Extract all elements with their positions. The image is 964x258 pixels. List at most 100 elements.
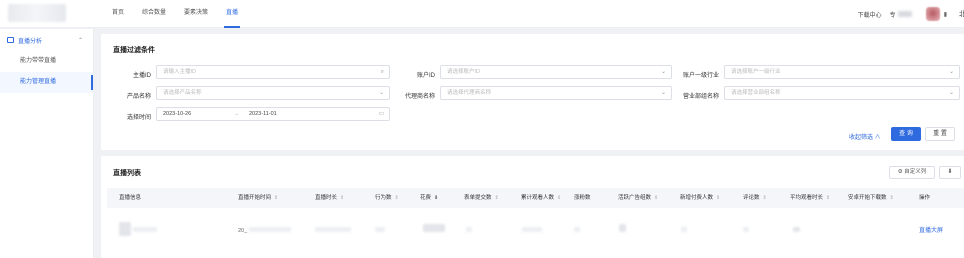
- top-bar: 首页 综合数量 要素决策 直播 下载中心 专 ▮ 北: [0, 0, 964, 28]
- cell-avg-watch-redacted: [793, 226, 800, 236]
- nav-item-live[interactable]: 直播: [224, 0, 241, 28]
- sidebar-item-live-2[interactable]: 能力管理直播: [0, 72, 93, 93]
- sort-icon: ⇕: [826, 195, 831, 201]
- chevron-down-icon: ⌄: [660, 90, 666, 96]
- anchor-id-placeholder: 请输入主播ID: [163, 69, 197, 75]
- reset-button[interactable]: 重 置: [925, 127, 955, 141]
- sort-icon: ⇕: [557, 195, 562, 201]
- cell-actions-redacted: [375, 226, 385, 236]
- cell-form-redacted: [466, 226, 472, 236]
- logo: [8, 4, 66, 22]
- sort-icon: ⇕: [716, 195, 721, 201]
- sidebar-group-live-analysis[interactable]: 直播分析 ⌃: [0, 29, 93, 51]
- col-new-fans: 涨粉数: [574, 195, 591, 201]
- col-live-info: 直播信息: [119, 195, 142, 201]
- nav-item-home[interactable]: 首页: [112, 0, 124, 28]
- industry-placeholder: 请选择账户一级行业: [731, 69, 781, 75]
- date-end: 2023-11-01: [249, 111, 277, 117]
- account-id-placeholder: 请选择账户ID: [447, 69, 481, 75]
- live-screen-link[interactable]: 直播大屏: [919, 225, 943, 234]
- chevron-up-icon: ⌃: [77, 37, 83, 44]
- sort-icon: ⇕: [394, 195, 399, 201]
- export-button[interactable]: ⬇: [939, 166, 961, 179]
- date-range-picker[interactable]: 2023-10-26 → 2023-11-01 ▭: [156, 107, 390, 121]
- dept-select[interactable]: 请选择营业部组名称 ⌄: [724, 86, 960, 100]
- cell-adgroups-redacted: [619, 224, 626, 234]
- col-start-time[interactable]: 直播开始时间 ⇕: [238, 188, 278, 208]
- user-name-redacted: [897, 11, 912, 17]
- download-center-link[interactable]: 下载中心: [858, 10, 882, 19]
- query-button[interactable]: 查 询: [891, 127, 921, 141]
- col-comments[interactable]: 评论数 ⇕: [743, 188, 767, 208]
- live-list-panel: 直播列表 ⚙ 自定义列 ⬇ 直播信息 直播开始时间 ⇕ 直播时长 ⇕ 行为数 ⇕ 花费…: [101, 156, 964, 258]
- sort-icon: ⇕: [494, 195, 499, 201]
- col-duration[interactable]: 直播时长 ⇕: [315, 188, 344, 208]
- industry-label: 账户一级行业: [682, 73, 719, 79]
- sort-desc-icon: ⬇: [434, 195, 439, 201]
- nav-item-overview[interactable]: 综合数量: [142, 0, 166, 28]
- sidebar-group-label: 直播分析: [18, 38, 43, 45]
- sort-icon: ⇕: [340, 195, 345, 201]
- agent-select[interactable]: 请选择代理商名称 ⌄: [440, 86, 672, 100]
- agent-label: 代理商名称: [404, 94, 435, 100]
- sort-icon: ⇕: [654, 195, 659, 201]
- cell-cost-redacted: [423, 224, 445, 234]
- time-label: 选择时间: [126, 115, 151, 121]
- cell-comments-redacted: [743, 226, 749, 236]
- date-start: 2023-10-26: [163, 111, 192, 117]
- chevron-down-icon: ⌄: [948, 69, 954, 75]
- product-select[interactable]: 请选择产品名称 ⌄: [156, 86, 390, 100]
- col-avg-watch[interactable]: 平均观看时长 ⇕: [790, 188, 830, 208]
- monitor-icon: [7, 37, 14, 43]
- chevron-down-icon: ⌄: [948, 90, 954, 96]
- search-icon: ⌕: [380, 69, 384, 75]
- col-total-viewers[interactable]: 累计观看人数 ⇕: [521, 188, 561, 208]
- filter-panel: 直播过滤条件 主播ID 请输入主播ID ⌕ 账户ID 请选择账户ID ⌄ 账户一…: [101, 34, 964, 150]
- dept-placeholder: 请选择营业部组名称: [731, 90, 781, 96]
- sidebar-item-live-1[interactable]: 能力带带直播: [0, 51, 93, 72]
- col-new-payers[interactable]: 新增付费人数 ⇕: [680, 188, 720, 208]
- collapse-filter-link[interactable]: 收起筛选 ∧: [849, 132, 881, 141]
- account-id-label: 账户ID: [416, 73, 435, 79]
- account-id-select[interactable]: 请选择账户ID ⌄: [440, 65, 672, 79]
- cell-viewers-redacted: [522, 226, 542, 236]
- dropdown-icon[interactable]: ▮: [944, 11, 947, 18]
- col-actions-count[interactable]: 行为数 ⇕: [375, 188, 399, 208]
- date-separator: →: [234, 111, 240, 117]
- product-label: 产品名称: [126, 94, 151, 100]
- top-right-tools: 下载中心 专 ▮ 北: [858, 0, 964, 28]
- sort-icon: ⇕: [762, 195, 767, 201]
- industry-select[interactable]: 请选择账户一级行业 ⌄: [724, 65, 960, 79]
- cell-fans-redacted: [574, 226, 580, 236]
- dept-label: 营业部组名称: [682, 94, 719, 100]
- cell-start-time: 20_: [238, 226, 291, 236]
- sort-icon: ⇕: [889, 195, 894, 201]
- start-time-text: 20_: [238, 228, 248, 234]
- custom-columns-button[interactable]: ⚙ 自定义列: [889, 166, 935, 179]
- cell-duration-redacted: [315, 226, 351, 236]
- cell-live-info-redacted: [119, 222, 157, 236]
- col-cost[interactable]: 花费 ⬇: [420, 188, 438, 208]
- chevron-down-icon: ⌄: [378, 90, 384, 96]
- cell-payers-redacted: [681, 226, 687, 236]
- sort-icon: ⇕: [274, 195, 279, 201]
- table-header: 直播信息 直播开始时间 ⇕ 直播时长 ⇕ 行为数 ⇕ 花费 ⬇ 表单提交数 ⇕ 累计观看人…: [107, 188, 964, 208]
- col-active-adgroups[interactable]: 活跃广告组数 ⇕: [618, 188, 658, 208]
- col-operation: 操作: [919, 195, 931, 201]
- main-nav: 首页 综合数量 要素决策 直播: [112, 0, 256, 28]
- agent-placeholder: 请选择代理商名称: [447, 90, 492, 96]
- chevron-down-icon: ⌄: [660, 69, 666, 75]
- avatar[interactable]: [925, 7, 940, 21]
- col-form-submit[interactable]: 表单提交数 ⇕: [464, 188, 499, 208]
- nav-item-decision[interactable]: 要素决策: [184, 0, 208, 28]
- anchor-id-input[interactable]: 请输入主播ID ⌕: [156, 65, 390, 79]
- product-placeholder: 请选择产品名称: [163, 90, 202, 96]
- filter-panel-title: 直播过滤条件: [113, 47, 155, 54]
- sidebar: 直播分析 ⌃ 能力带带直播 能力管理直播: [0, 29, 94, 258]
- anchor-id-label: 主播ID: [132, 73, 151, 79]
- calendar-icon: ▭: [378, 111, 384, 117]
- col-android-downloads[interactable]: 安卓开始下载数 ⇕: [848, 188, 894, 208]
- user-prefix: 专: [889, 12, 896, 19]
- list-title: 直播列表: [113, 170, 141, 177]
- cut-off-text: 北: [959, 11, 964, 18]
